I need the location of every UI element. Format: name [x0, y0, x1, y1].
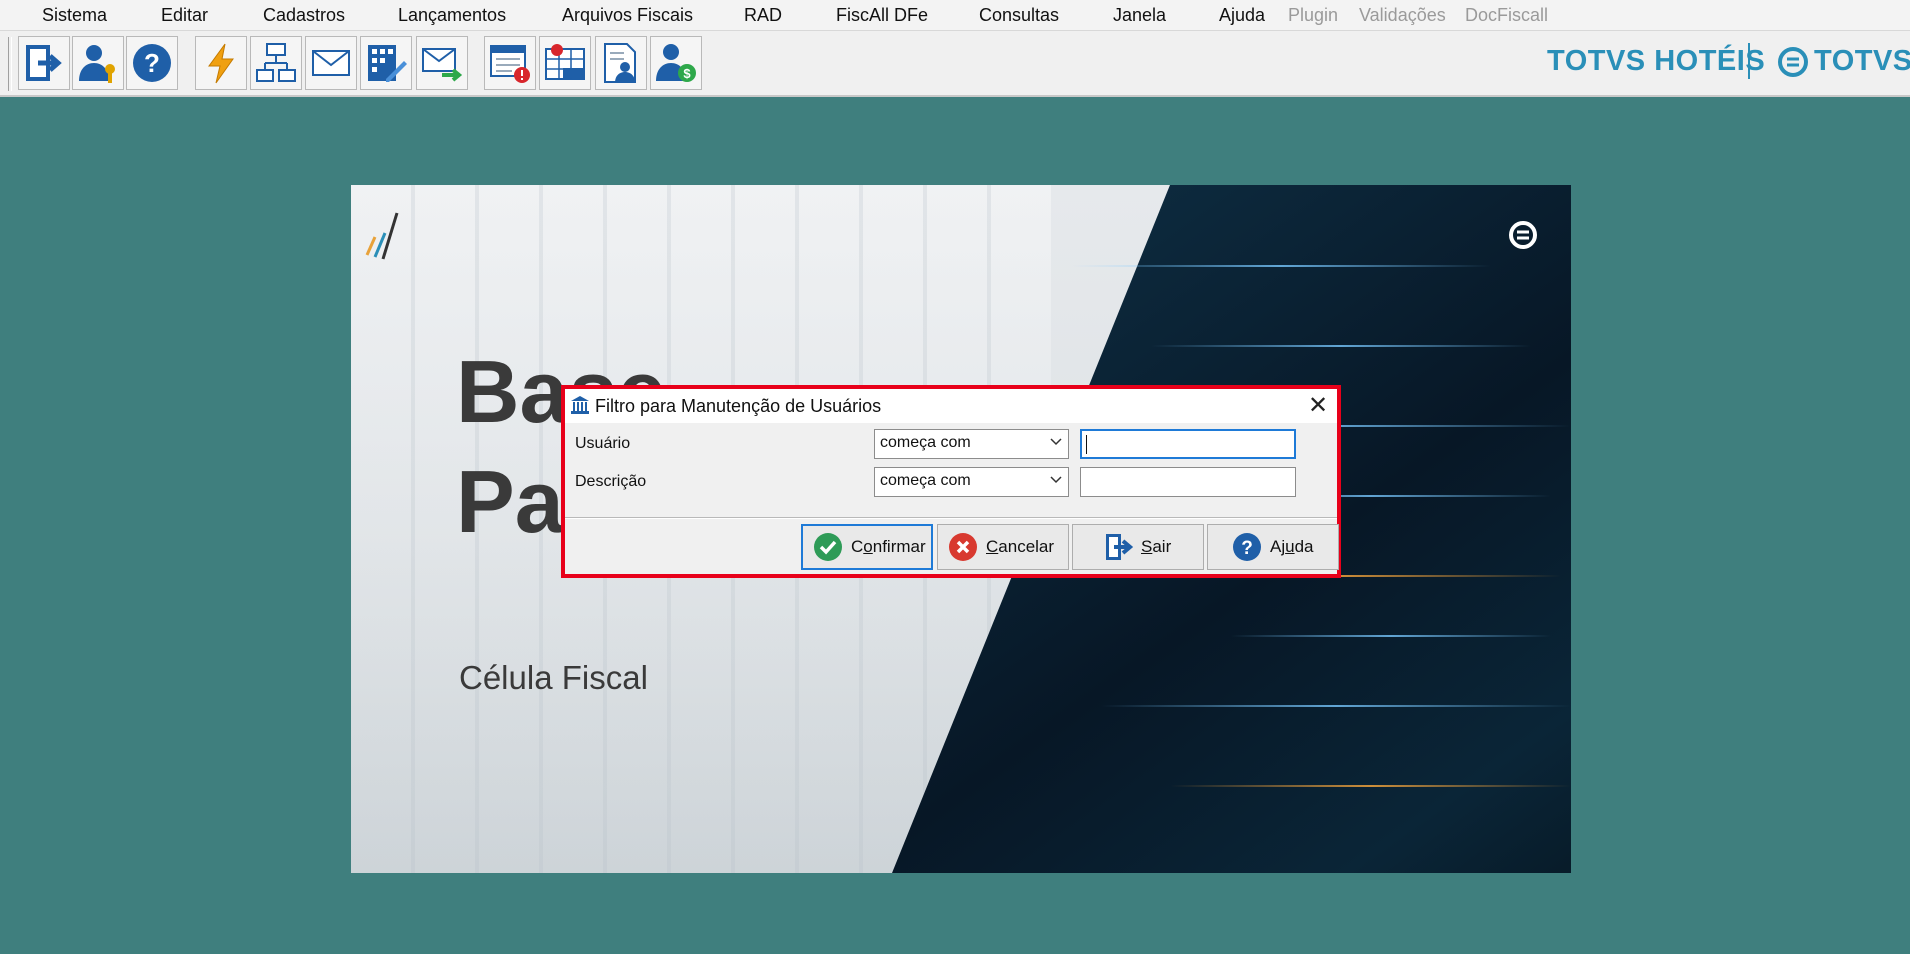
dialog-separator [565, 517, 1337, 519]
menu-janela[interactable]: Janela [1113, 5, 1166, 26]
help-icon: ? [133, 44, 171, 82]
descricao-operator-select[interactable]: começa com [874, 467, 1069, 497]
calculator-pen-button[interactable] [360, 36, 412, 90]
menu-rad[interactable]: RAD [744, 5, 782, 26]
envelope-icon [312, 50, 350, 76]
splash-subtitle: Célula Fiscal [459, 659, 648, 696]
send-mail-icon [422, 48, 463, 82]
totvs-logo-icon [1778, 47, 1808, 77]
toolbar-grip[interactable] [8, 37, 12, 91]
user-key-icon [79, 45, 115, 83]
menu-plugin: Plugin [1288, 5, 1339, 25]
lightning-icon [208, 43, 234, 84]
calendar-alert-button[interactable] [484, 36, 536, 90]
confirm-label: Confirmar [851, 537, 926, 557]
dialog-title: Filtro para Manutenção de Usuários [595, 396, 882, 416]
text-caret [1086, 435, 1087, 454]
menu-bar: Sistema Editar Cadastros Lançamentos Arq… [0, 0, 1910, 31]
menu-docfiscall: DocFiscall [1465, 5, 1549, 25]
close-icon[interactable]: ✕ [1305, 393, 1331, 419]
help-icon: ? [1233, 533, 1261, 561]
label-descricao: Descrição [575, 473, 647, 490]
exit-button[interactable] [18, 36, 70, 90]
help-label-post: da [1294, 537, 1314, 556]
exit-label-post: air [1152, 537, 1172, 556]
bank-icon [571, 396, 589, 414]
check-icon [814, 533, 842, 561]
confirm-button[interactable]: Confirmar [801, 524, 933, 570]
lightning-button[interactable] [195, 36, 247, 90]
cancel-label-post: ancelar [998, 537, 1055, 556]
user-key-button[interactable] [72, 36, 124, 90]
cancel-button[interactable]: Cancelar [937, 524, 1069, 570]
help-label-hotkey: u [1285, 537, 1295, 556]
menu-validacoes: Validações [1359, 5, 1446, 25]
org-chart-icon [256, 43, 296, 82]
exit-label: Sair [1141, 537, 1171, 557]
svg-text:$: $ [683, 66, 691, 81]
icms-table-icon [545, 44, 585, 80]
menu-ajuda[interactable]: Ajuda [1219, 5, 1265, 26]
menu-fiscall-dfe[interactable]: FiscAll DFe [836, 5, 928, 26]
help-dialog-button[interactable]: ? Ajuda [1207, 524, 1339, 570]
brand-totvs: TOTVS [1814, 45, 1910, 77]
exit-dialog-button[interactable]: Sair [1072, 524, 1204, 570]
usuario-operator-value: começa com [880, 434, 971, 451]
help-button[interactable]: ? [126, 36, 178, 90]
usuario-input[interactable] [1080, 429, 1296, 459]
menu-arquivos-fiscais[interactable]: Arquivos Fiscais [562, 5, 693, 26]
confirm-label-pre: C [851, 537, 864, 556]
descricao-operator-value: começa com [880, 472, 971, 489]
usuario-operator-select[interactable]: começa com [874, 429, 1069, 459]
descricao-input[interactable] [1080, 467, 1296, 497]
exit-icon [1106, 534, 1133, 560]
user-money-icon: $ [656, 44, 696, 82]
menu-sistema[interactable]: Sistema [42, 5, 107, 26]
exit-icon [26, 45, 62, 81]
filter-dialog: Filtro para Manutenção de Usuários ✕ Usu… [561, 385, 1341, 578]
exit-label-hotkey: S [1141, 537, 1153, 556]
icms-table-button[interactable] [539, 36, 591, 90]
confirm-label-hotkey: o [863, 537, 873, 556]
menu-cadastros[interactable]: Cadastros [263, 5, 345, 26]
splash-totvs-logo-icon [1509, 221, 1537, 249]
user-document-icon [604, 43, 636, 83]
splash-slash-mark-icon [365, 212, 399, 260]
user-document-button[interactable] [595, 36, 647, 90]
cancel-label: Cancelar [986, 537, 1054, 557]
menu-lancamentos[interactable]: Lançamentos [398, 5, 506, 26]
chevron-down-icon [1050, 438, 1062, 446]
chevron-down-icon [1050, 476, 1062, 484]
help-label: Ajuda [1270, 537, 1314, 557]
help-label-pre: Aj [1270, 537, 1286, 556]
confirm-label-post: nfirmar [872, 537, 926, 556]
envelope-button[interactable] [305, 36, 357, 90]
calendar-alert-icon [490, 45, 530, 83]
brand-totvs-hoteis: TOTVS HOTÉIS [1547, 45, 1766, 77]
toolbar: ? $ TOTVS HOTÉIS TOTVS [0, 31, 1910, 97]
label-usuario: Usuário [575, 435, 631, 452]
cancel-label-hotkey: C [986, 537, 999, 556]
svg-text:?: ? [144, 48, 160, 78]
menu-editar[interactable]: Editar [161, 5, 208, 26]
send-mail-button[interactable] [416, 36, 468, 90]
cancel-icon [949, 533, 977, 561]
brand-separator [1748, 43, 1750, 79]
user-money-button[interactable]: $ [650, 36, 702, 90]
dialog-titlebar[interactable]: Filtro para Manutenção de Usuários ✕ [565, 389, 1337, 423]
org-chart-button[interactable] [250, 36, 302, 90]
svg-text:?: ? [1241, 538, 1253, 559]
menu-consultas[interactable]: Consultas [979, 5, 1059, 26]
calculator-pen-icon [368, 45, 407, 82]
